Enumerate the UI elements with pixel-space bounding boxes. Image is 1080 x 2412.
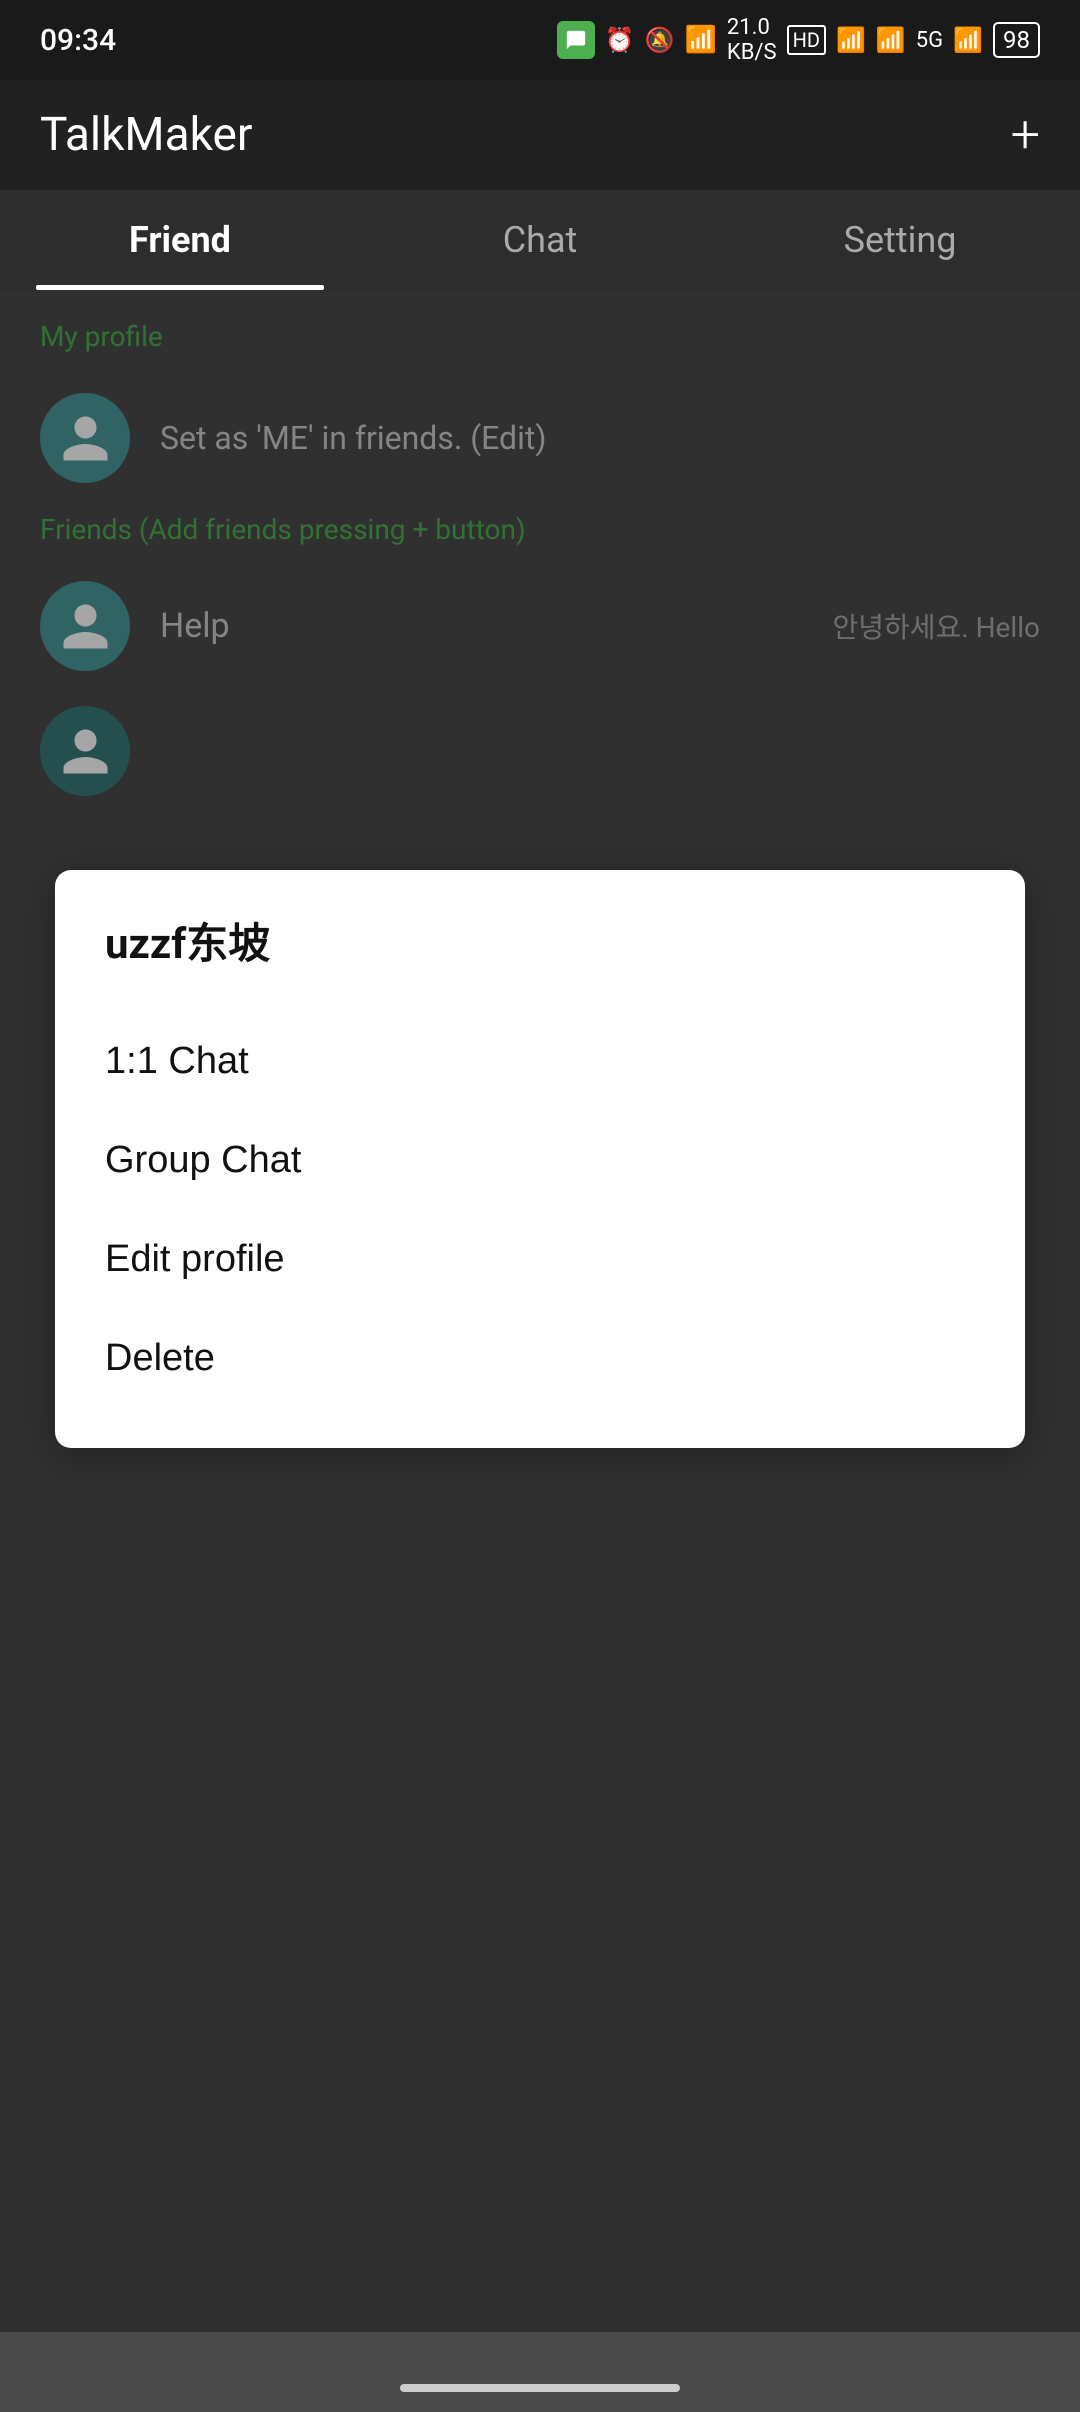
status-bar: 09:34 ⏰ 🔕 📶 21.0KB/S HD 📶 📶 5G 📶 98 [0, 0, 1080, 80]
app-title: TalkMaker [40, 108, 252, 162]
home-indicator [400, 2384, 680, 2392]
context-menu-title: uzzf东坡 [105, 910, 975, 971]
add-button[interactable]: + [1011, 109, 1040, 161]
status-icons: ⏰ 🔕 📶 21.0KB/S HD 📶 📶 5G 📶 98 [557, 15, 1040, 65]
tab-bar: Friend Chat Setting [0, 190, 1080, 290]
wifi-icon: 📶 [836, 26, 866, 54]
menu-divider-1 [105, 991, 975, 992]
alarm-icon: ⏰ [605, 26, 635, 54]
bluetooth-icon: 📶 [685, 25, 717, 55]
tab-setting[interactable]: Setting [720, 190, 1080, 290]
battery-icon: 98 [993, 22, 1040, 58]
menu-item-edit-profile[interactable]: Edit profile [105, 1210, 975, 1309]
hd-icon: HD [787, 25, 826, 55]
message-icon [557, 21, 595, 59]
data-speed: 21.0KB/S [727, 15, 777, 65]
status-time: 09:34 [40, 23, 116, 58]
mute-icon: 🔕 [645, 26, 675, 54]
menu-item-delete[interactable]: Delete [105, 1309, 975, 1408]
menu-item-1-1-chat[interactable]: 1:1 Chat [105, 1012, 975, 1111]
signal-icon: 📶 [876, 26, 906, 54]
5g-icon: 5G [916, 28, 943, 53]
menu-item-group-chat[interactable]: Group Chat [105, 1111, 975, 1210]
signal2-icon: 📶 [953, 26, 983, 54]
app-header: TalkMaker + [0, 80, 1080, 190]
context-menu: uzzf东坡 1:1 Chat Group Chat Edit profile … [55, 870, 1025, 1448]
main-overlay-wrapper: My profile Set as 'ME' in friends. (Edit… [0, 290, 1080, 2332]
tab-friend[interactable]: Friend [0, 190, 360, 290]
tab-chat[interactable]: Chat [360, 190, 720, 290]
